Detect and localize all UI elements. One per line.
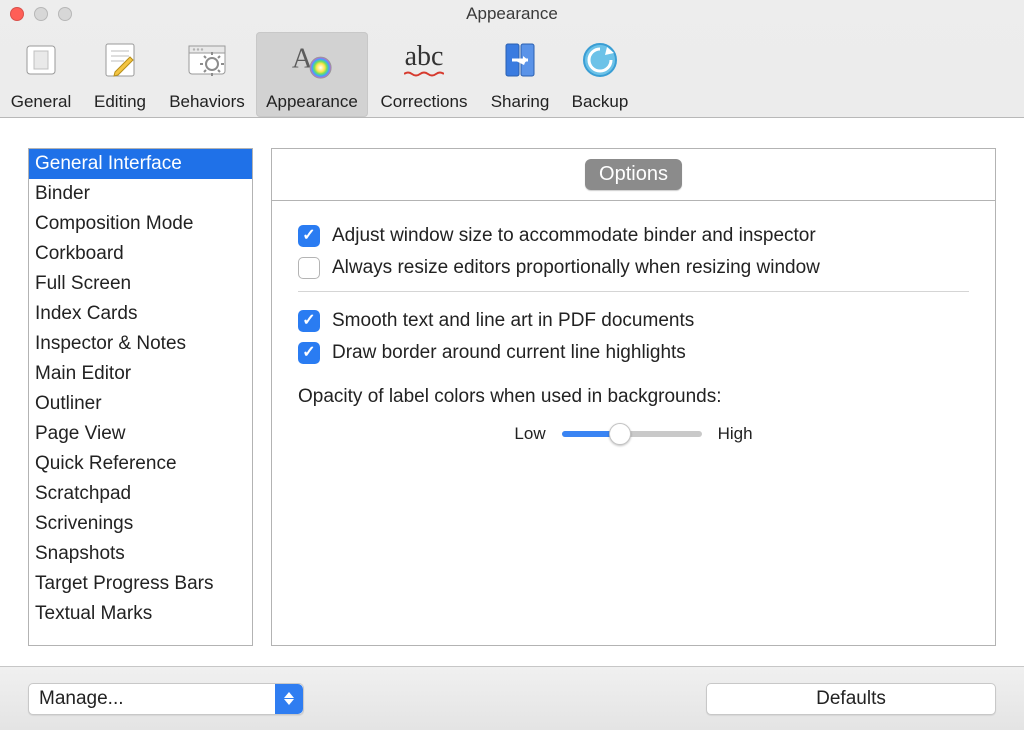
manage-dropdown[interactable]: Manage...: [28, 683, 304, 715]
tab-general-label: General: [11, 92, 71, 112]
sidebar-item-composition-mode[interactable]: Composition Mode: [29, 209, 252, 239]
sidebar-item-main-editor[interactable]: Main Editor: [29, 359, 252, 389]
sidebar-item-textual-marks[interactable]: Textual Marks: [29, 599, 252, 629]
checkbox-row-resize-editors: Always resize editors proportionally whe…: [298, 257, 969, 279]
sidebar-item-snapshots[interactable]: Snapshots: [29, 539, 252, 569]
sidebar-item-quick-reference[interactable]: Quick Reference: [29, 449, 252, 479]
sharing-icon: [498, 38, 542, 82]
sidebar-item-page-view[interactable]: Page View: [29, 419, 252, 449]
sidebar-item-scrivenings[interactable]: Scrivenings: [29, 509, 252, 539]
sidebar-item-outliner[interactable]: Outliner: [29, 389, 252, 419]
manage-dropdown-label: Manage...: [29, 688, 134, 710]
titlebar: Appearance: [0, 0, 1024, 28]
checkbox-draw-border-label: Draw border around current line highligh…: [332, 342, 686, 364]
checkbox-row-smooth-pdf: Smooth text and line art in PDF document…: [298, 310, 969, 332]
tab-general[interactable]: General: [0, 32, 82, 117]
minimize-window-button[interactable]: [34, 7, 48, 21]
slider-low-label: Low: [514, 424, 545, 444]
editing-icon: [98, 38, 142, 82]
tab-backup-label: Backup: [572, 92, 629, 112]
sidebar-item-binder[interactable]: Binder: [29, 179, 252, 209]
checkbox-row-adjust-window: Adjust window size to accommodate binder…: [298, 225, 969, 247]
opacity-slider-row: Low High: [298, 424, 969, 444]
opacity-label: Opacity of label colors when used in bac…: [298, 386, 969, 408]
panel-tab-options[interactable]: Options: [585, 159, 682, 190]
separator: [298, 291, 969, 292]
tab-behaviors-label: Behaviors: [169, 92, 245, 112]
checkbox-draw-border[interactable]: [298, 342, 320, 364]
panel-tabbar: Options: [272, 149, 995, 201]
checkbox-adjust-window-size[interactable]: [298, 225, 320, 247]
chevron-up-down-icon: [275, 684, 303, 714]
zoom-window-button[interactable]: [58, 7, 72, 21]
window-controls: [10, 7, 72, 21]
sidebar-item-full-screen[interactable]: Full Screen: [29, 269, 252, 299]
opacity-slider[interactable]: [562, 431, 702, 437]
tab-sharing-label: Sharing: [491, 92, 550, 112]
checkbox-resize-editors-label: Always resize editors proportionally whe…: [332, 257, 820, 279]
tab-corrections-label: Corrections: [381, 92, 468, 112]
checkbox-smooth-pdf[interactable]: [298, 310, 320, 332]
general-icon: [19, 38, 63, 82]
window-title: Appearance: [0, 4, 1024, 24]
behaviors-icon: [185, 38, 229, 82]
sidebar-item-general-interface[interactable]: General Interface: [29, 149, 252, 179]
slider-thumb[interactable]: [609, 423, 631, 445]
tab-backup[interactable]: Backup: [560, 32, 640, 117]
close-window-button[interactable]: [10, 7, 24, 21]
checkbox-row-draw-border: Draw border around current line highligh…: [298, 342, 969, 364]
tab-sharing[interactable]: Sharing: [480, 32, 560, 117]
backup-icon: [578, 38, 622, 82]
category-sidebar: General Interface Binder Composition Mod…: [28, 148, 253, 646]
tab-editing-label: Editing: [94, 92, 146, 112]
sidebar-item-corkboard[interactable]: Corkboard: [29, 239, 252, 269]
svg-text:A: A: [292, 43, 313, 75]
slider-high-label: High: [718, 424, 753, 444]
defaults-button[interactable]: Defaults: [706, 683, 996, 715]
checkbox-adjust-window-size-label: Adjust window size to accommodate binder…: [332, 225, 816, 247]
content-area: General Interface Binder Composition Mod…: [0, 118, 1024, 666]
tab-behaviors[interactable]: Behaviors: [158, 32, 256, 117]
appearance-icon: A: [290, 38, 334, 82]
corrections-icon: abc: [402, 38, 446, 82]
tab-appearance[interactable]: A Appearance: [256, 32, 368, 117]
tab-editing[interactable]: Editing: [82, 32, 158, 117]
checkbox-smooth-pdf-label: Smooth text and line art in PDF document…: [332, 310, 694, 332]
checkbox-resize-editors[interactable]: [298, 257, 320, 279]
sidebar-item-scratchpad[interactable]: Scratchpad: [29, 479, 252, 509]
panel-body: Adjust window size to accommodate binder…: [272, 201, 995, 468]
preferences-toolbar: General Editing Behaviors: [0, 28, 1024, 118]
sidebar-item-inspector-notes[interactable]: Inspector & Notes: [29, 329, 252, 359]
tab-corrections[interactable]: abc Corrections: [368, 32, 480, 117]
tab-appearance-label: Appearance: [266, 92, 358, 112]
sidebar-item-index-cards[interactable]: Index Cards: [29, 299, 252, 329]
footer-bar: Manage... Defaults: [0, 666, 1024, 730]
options-panel: Options Adjust window size to accommodat…: [271, 148, 996, 646]
sidebar-item-target-progress-bars[interactable]: Target Progress Bars: [29, 569, 252, 599]
